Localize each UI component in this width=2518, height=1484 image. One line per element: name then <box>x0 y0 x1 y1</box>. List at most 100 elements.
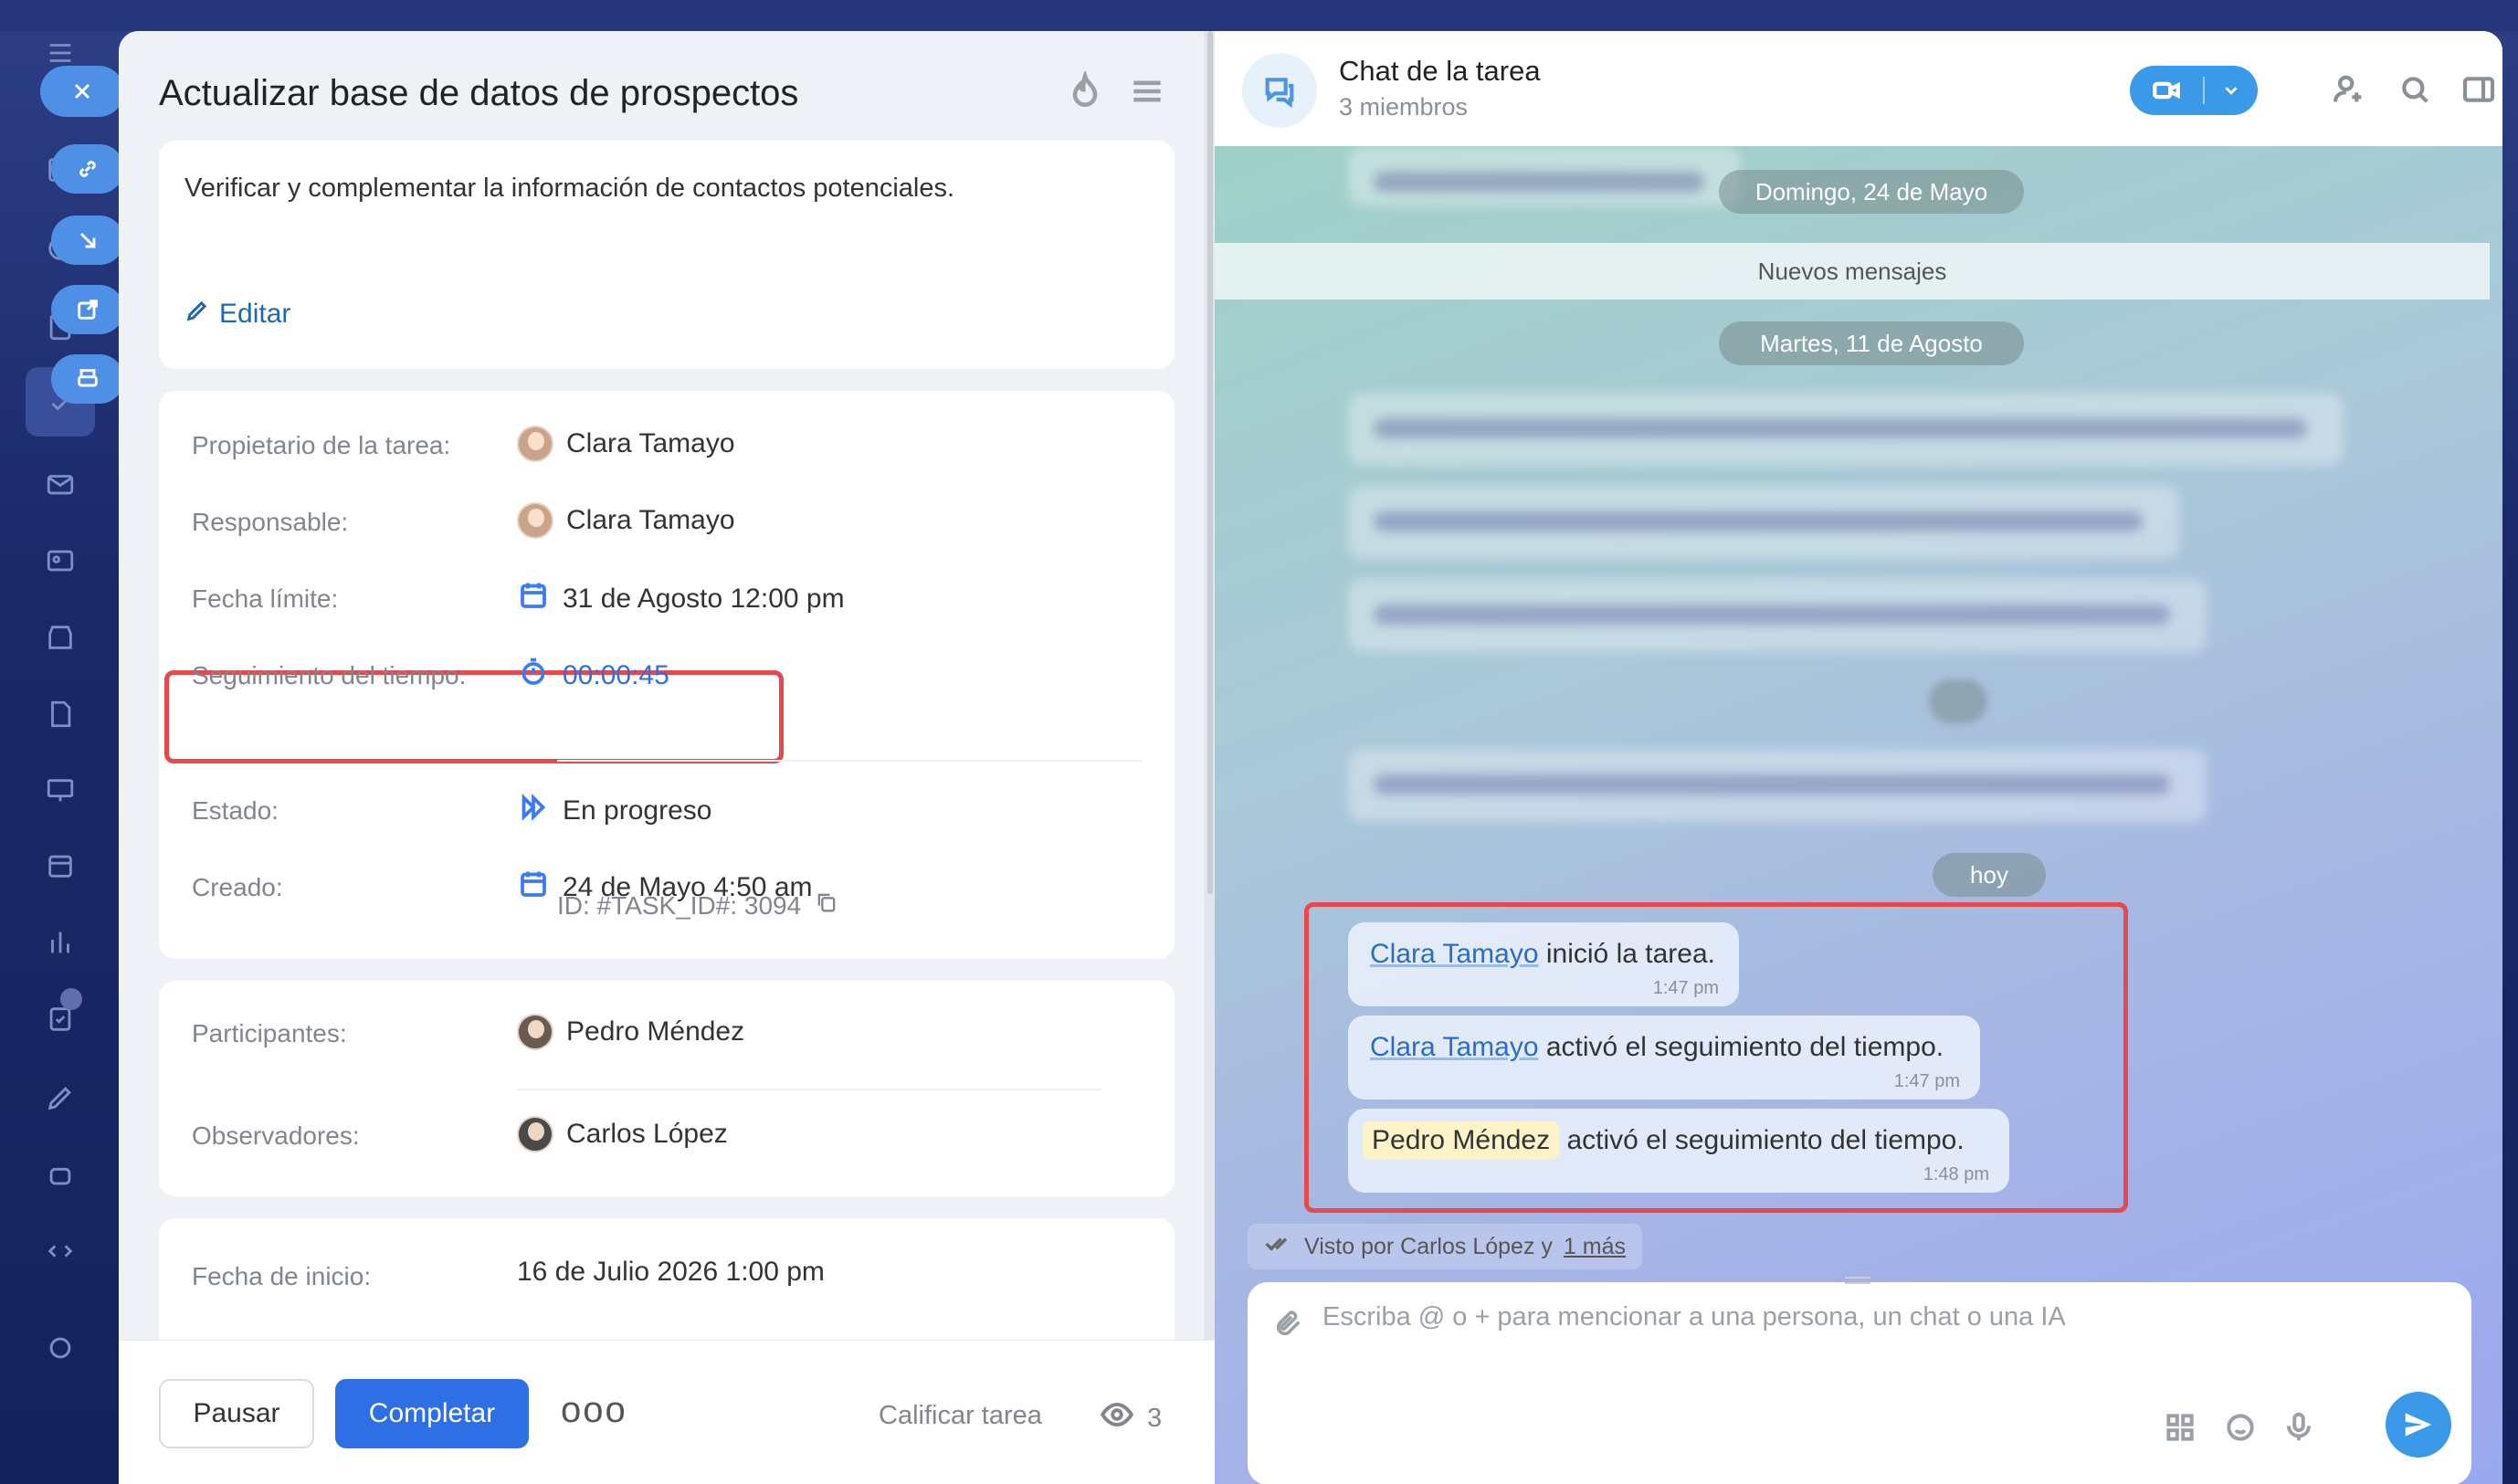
date-separator: Domingo, 24 de Mayo <box>1719 170 2024 214</box>
send-button[interactable] <box>2386 1392 2451 1458</box>
presentation-icon[interactable] <box>40 771 80 811</box>
menu-icon[interactable] <box>1127 71 1167 111</box>
print-button[interactable] <box>51 354 124 404</box>
flame-icon[interactable] <box>1065 68 1105 111</box>
contacts-icon[interactable] <box>40 541 80 581</box>
status-text: En progreso <box>563 795 712 826</box>
views-count: 3 <box>1147 1403 1163 1433</box>
sign-icon[interactable] <box>40 1078 80 1118</box>
send-icon <box>2405 1413 2432 1437</box>
video-call-button[interactable] <box>2130 66 2258 115</box>
message-time: 1:48 pm <box>1923 1164 1989 1184</box>
chevron-down-icon[interactable] <box>2205 80 2258 100</box>
deadline-value[interactable]: 31 de Agosto 12:00 pm <box>517 579 845 619</box>
side-panel-icon[interactable] <box>2460 71 2497 108</box>
message-author-link[interactable]: Clara Tamayo <box>1370 1032 1539 1062</box>
avatar <box>517 502 553 539</box>
participants-label: Participantes: <box>192 1019 347 1047</box>
seen-text: Visto por Carlos López y <box>1304 1233 1553 1259</box>
open-new-window-button[interactable] <box>51 285 124 334</box>
deadline-text: 31 de Agosto 12:00 pm <box>563 584 845 614</box>
resize-handle[interactable] <box>1845 1277 1870 1284</box>
date-separator: Martes, 11 de Agosto <box>1719 321 2024 365</box>
message-input[interactable] <box>1322 1302 2418 1357</box>
message-text: activó el seguimiento del tiempo. <box>1545 1032 1944 1062</box>
edit-link[interactable]: Editar <box>184 298 290 331</box>
calendar-clock-icon <box>517 868 550 908</box>
task-id: ID: #TASK_ID#: 3094 <box>557 889 839 921</box>
top-strip <box>0 0 2518 31</box>
owner-label: Propietario de la tarea: <box>192 431 451 459</box>
approvals-badge <box>60 988 82 1010</box>
mail-icon[interactable] <box>40 464 80 504</box>
rate-task-link[interactable]: Calificar tarea <box>879 1401 1042 1431</box>
avatar <box>517 426 553 462</box>
responsible-label: Responsable: <box>192 508 349 536</box>
responsible-name: Clara Tamayo <box>566 505 735 535</box>
search-icon[interactable] <box>2397 71 2433 108</box>
blurred-date-separator <box>1929 679 1987 723</box>
minimize-button[interactable] <box>51 216 124 265</box>
status-label: Estado: <box>192 796 279 825</box>
task-chat-pane: Chat de la tarea 3 miembros Domingo, 24 … <box>1215 31 2502 1484</box>
owner-value[interactable]: Clara Tamayo <box>517 426 735 462</box>
microphone-icon[interactable] <box>2281 1410 2316 1445</box>
task-footer: Pausar Completar ooo Calificar tarea 3 <box>119 1340 1215 1484</box>
analytics-icon[interactable] <box>40 922 80 963</box>
complete-button[interactable]: Completar <box>335 1379 529 1448</box>
participant-name: Pedro Méndez <box>566 1016 745 1047</box>
pause-button[interactable]: Pausar <box>159 1379 314 1448</box>
blurred-message <box>1348 146 1741 206</box>
fields-card: Propietario de la tarea: Clara Tamayo Re… <box>159 391 1175 959</box>
seen-more-link[interactable]: 1 más <box>1564 1234 1626 1260</box>
message-time: 1:47 pm <box>1652 978 1719 998</box>
bot-icon[interactable] <box>40 1154 80 1195</box>
copy-link-button[interactable] <box>51 144 124 194</box>
camera-icon <box>2130 75 2203 106</box>
observers-value[interactable]: Carlos López <box>517 1116 728 1152</box>
chat-avatar <box>1242 53 1317 128</box>
message-author-link[interactable]: Clara Tamayo <box>1370 939 1539 969</box>
observers-label: Observadores: <box>192 1121 360 1150</box>
copy-icon[interactable] <box>814 889 839 921</box>
pencil-icon <box>184 298 210 331</box>
start-date-value[interactable]: 16 de Julio 2026 1:00 pm <box>517 1257 825 1288</box>
task-title: Actualizar base de datos de prospectos <box>159 73 799 113</box>
time-tracking-value[interactable]: 00:00:45 <box>517 656 669 696</box>
start-date-label: Fecha de inicio: <box>192 1262 372 1290</box>
views-counter[interactable]: 3 <box>1100 1397 1162 1439</box>
task-details-pane: Actualizar base de datos de prospectos V… <box>119 31 1215 1484</box>
avatar <box>517 1014 553 1050</box>
settings-icon[interactable] <box>40 1328 80 1368</box>
responsible-value[interactable]: Clara Tamayo <box>517 502 735 539</box>
double-check-icon <box>1264 1229 1293 1265</box>
blurred-message <box>1348 393 2344 466</box>
status-value[interactable]: En progreso <box>517 791 711 831</box>
calendar-icon[interactable] <box>40 846 80 886</box>
developer-icon[interactable] <box>40 1231 80 1271</box>
paperclip-icon[interactable] <box>1273 1308 1304 1343</box>
chat-members[interactable]: 3 miembros <box>1339 93 1468 121</box>
emoji-icon[interactable] <box>2223 1410 2258 1445</box>
add-member-icon[interactable] <box>2331 71 2367 108</box>
scrollbar-thumb[interactable] <box>1207 31 1213 894</box>
close-panel-button[interactable] <box>40 66 124 117</box>
blurred-message <box>1348 486 2179 559</box>
store-icon[interactable] <box>40 617 80 658</box>
participants-value[interactable]: Pedro Méndez <box>517 1014 744 1050</box>
more-button[interactable]: ooo <box>561 1390 627 1431</box>
task-description: Verificar y complementar la información … <box>184 174 955 203</box>
description-card: Verificar y complementar la información … <box>159 141 1175 369</box>
file-icon[interactable] <box>40 694 80 734</box>
seen-indicator: Visto por Carlos López y 1 más <box>1248 1224 1642 1269</box>
divider <box>557 760 1142 762</box>
blurred-message <box>1348 579 2207 652</box>
message-author-mention[interactable]: Pedro Méndez <box>1363 1121 1560 1159</box>
apps-grid-icon[interactable] <box>2163 1410 2197 1445</box>
deadline-label: Fecha límite: <box>192 584 339 613</box>
task-id-text: ID: #TASK_ID#: 3094 <box>557 890 802 920</box>
time-tracking-label: Seguimiento del tiempo: <box>192 661 467 689</box>
message-composer <box>1248 1277 2471 1484</box>
owner-name: Clara Tamayo <box>566 428 735 458</box>
observer-name: Carlos López <box>566 1119 728 1149</box>
